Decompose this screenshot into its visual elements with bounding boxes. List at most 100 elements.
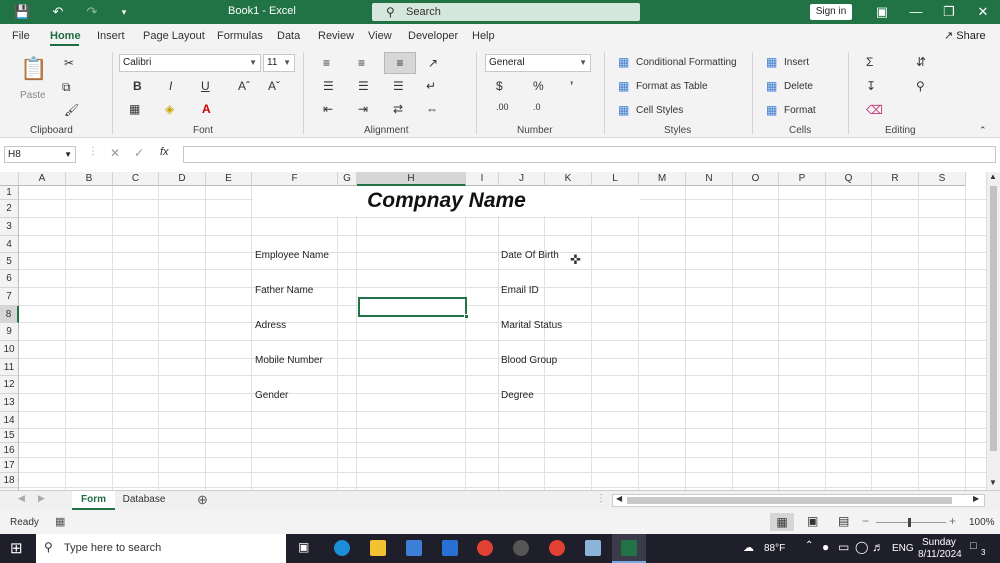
currency-icon[interactable]: $ xyxy=(496,79,503,93)
menu-review[interactable]: Review xyxy=(318,30,354,42)
cut-icon[interactable]: ✂ xyxy=(64,56,74,70)
sheet-tab-form[interactable]: Form xyxy=(72,491,115,510)
row-header-15[interactable]: 15 xyxy=(0,429,19,443)
row-header-11[interactable]: 11 xyxy=(0,359,19,376)
menu-help[interactable]: Help xyxy=(472,30,495,42)
column-header-h[interactable]: H xyxy=(357,172,466,186)
formula-input[interactable] xyxy=(183,146,996,163)
column-header-o[interactable]: O xyxy=(733,172,779,186)
column-header-g[interactable]: G xyxy=(338,172,357,186)
fill-color-icon[interactable]: ◈ xyxy=(165,102,174,116)
scroll-left-icon[interactable]: ◀ xyxy=(616,494,622,503)
paste-label[interactable]: Paste xyxy=(20,90,46,101)
row-header-16[interactable]: 16 xyxy=(0,443,19,458)
collapse-ribbon-icon[interactable]: ⌃ xyxy=(979,125,987,136)
menu-home[interactable]: Home xyxy=(50,30,81,42)
autosum-icon[interactable]: Σ xyxy=(866,55,873,69)
row-header-12[interactable]: 12 xyxy=(0,376,19,394)
prev-sheet-icon[interactable]: ◀ xyxy=(18,493,25,504)
task-view-icon[interactable]: ▣ xyxy=(298,540,309,554)
borders-icon[interactable]: ▦ xyxy=(129,102,140,116)
orientation-icon[interactable]: ↗ xyxy=(428,56,438,70)
column-header-n[interactable]: N xyxy=(686,172,733,186)
column-header-f[interactable]: F xyxy=(252,172,338,186)
menu-file[interactable]: File xyxy=(12,30,30,42)
ribbon-display-icon[interactable]: ▣ xyxy=(874,4,890,20)
column-header-i[interactable]: I xyxy=(466,172,499,186)
row-header-18[interactable]: 18 xyxy=(0,473,19,488)
chrome-profile-icon[interactable] xyxy=(549,540,565,556)
menu-developer[interactable]: Developer xyxy=(408,30,458,42)
page-break-view-icon[interactable]: ▤ xyxy=(838,514,849,528)
format-painter-icon[interactable]: 🖌 xyxy=(64,103,79,117)
company-name-title[interactable]: Compnay Name xyxy=(253,186,640,216)
horizontal-scrollbar[interactable]: ◀ ▶ xyxy=(612,494,985,507)
normal-view-icon[interactable]: ▦ xyxy=(770,513,794,531)
find-select-icon[interactable]: ⚲ xyxy=(916,79,925,93)
center-icon[interactable]: ☰ xyxy=(358,79,369,93)
save-icon[interactable]: 💾 xyxy=(14,4,30,20)
label-father-name[interactable]: Father Name xyxy=(255,285,313,296)
vertical-scrollbar[interactable]: ▲ ▼ xyxy=(986,172,1000,490)
increase-font-icon[interactable]: Aˆ xyxy=(238,79,250,93)
restore-icon[interactable]: ❐ xyxy=(941,4,957,20)
conditional-formatting-button[interactable]: Conditional Formatting xyxy=(636,57,737,68)
minimize-icon[interactable]: — xyxy=(908,4,924,20)
row-header-13[interactable]: 13 xyxy=(0,394,19,412)
insert-function-icon[interactable]: fx xyxy=(160,146,169,158)
increase-indent-icon[interactable]: ⇥ xyxy=(358,102,368,116)
taskbar-search[interactable]: ⚲ Type here to search xyxy=(36,534,286,563)
excel-taskbar-button[interactable] xyxy=(612,534,646,563)
next-sheet-icon[interactable]: ▶ xyxy=(38,493,45,504)
label-marital-status[interactable]: Marital Status xyxy=(501,320,562,331)
worksheet-grid[interactable]: ABCDEFGHIJKLMNOPQRS 1 2 3 4 5 6 7 8 9 10 11 12 13 14 1… xyxy=(0,172,986,503)
middle-align-icon[interactable]: ≡ xyxy=(358,56,365,70)
column-header-q[interactable]: Q xyxy=(826,172,872,186)
label-blood-group[interactable]: Blood Group xyxy=(501,355,557,366)
name-box[interactable]: H8 ▼ xyxy=(4,146,76,163)
store-icon[interactable] xyxy=(406,540,422,556)
label-date-of-birth[interactable]: Date Of Birth xyxy=(501,250,559,261)
row-header-14[interactable]: 14 xyxy=(0,412,19,429)
h-scroll-thumb[interactable] xyxy=(627,497,952,504)
sign-in-button[interactable]: Sign in xyxy=(810,4,852,20)
battery-icon[interactable]: ▭ xyxy=(838,540,849,554)
bold-icon[interactable]: B xyxy=(133,79,142,93)
row-header-9[interactable]: 9 xyxy=(0,323,19,341)
format-as-table-button[interactable]: Format as Table xyxy=(636,81,708,92)
label-degree[interactable]: Degree xyxy=(501,390,534,401)
row-header-17[interactable]: 17 xyxy=(0,458,19,473)
italic-icon[interactable]: I xyxy=(169,79,172,93)
tab-splitter-icon[interactable]: ⋮ xyxy=(596,493,606,504)
column-header-p[interactable]: P xyxy=(779,172,826,186)
confirm-entry-icon[interactable]: ✓ xyxy=(134,146,144,160)
row-header-1[interactable]: 1 xyxy=(0,186,19,200)
column-header-m[interactable]: M xyxy=(639,172,686,186)
scroll-down-icon[interactable]: ▼ xyxy=(989,478,997,487)
windows-start-icon[interactable]: ⊞ xyxy=(10,539,23,557)
chrome-icon[interactable] xyxy=(477,540,493,556)
scroll-up-icon[interactable]: ▲ xyxy=(989,172,997,181)
scroll-right-icon[interactable]: ▶ xyxy=(973,494,979,503)
bottom-align-icon[interactable]: ≡ xyxy=(384,52,416,74)
search-box[interactable]: ⚲ Search xyxy=(372,3,640,21)
wrap-text-icon[interactable]: ↵ xyxy=(426,79,436,93)
selected-cell-h8[interactable] xyxy=(358,297,469,319)
undo-icon[interactable]: ↶ xyxy=(50,4,66,20)
network-icon[interactable]: ◯ xyxy=(855,540,868,554)
align-right-icon[interactable]: ☰ xyxy=(393,79,404,93)
sheet-tab-database[interactable]: Database xyxy=(118,491,170,510)
row-header-3[interactable]: 3 xyxy=(0,218,19,236)
column-header-k[interactable]: K xyxy=(545,172,592,186)
label-gender[interactable]: Gender xyxy=(255,390,288,401)
volume-icon[interactable]: ♬ xyxy=(872,540,884,554)
label-address[interactable]: Adress xyxy=(255,320,286,331)
app-icon[interactable] xyxy=(513,540,529,556)
zoom-slider[interactable] xyxy=(876,518,946,527)
delete-cells-button[interactable]: Delete xyxy=(784,81,813,92)
menu-view[interactable]: View xyxy=(368,30,392,42)
row-header-5[interactable]: 5 xyxy=(0,253,19,270)
text-direction-icon[interactable]: ⇄ xyxy=(393,102,403,116)
cell-styles-button[interactable]: Cell Styles xyxy=(636,105,683,116)
top-align-icon[interactable]: ≡ xyxy=(323,56,330,70)
